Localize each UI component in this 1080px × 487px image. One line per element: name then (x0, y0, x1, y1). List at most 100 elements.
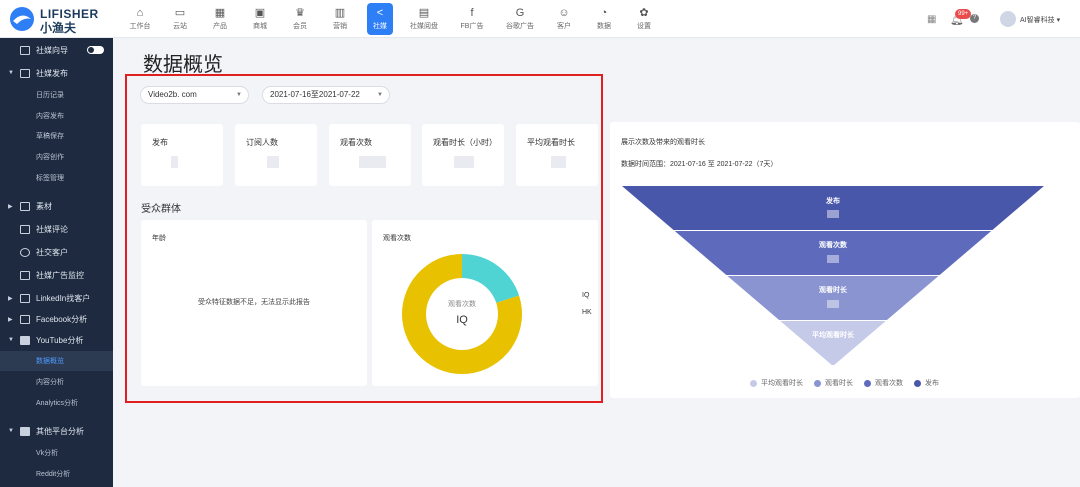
nav-products[interactable]: ▦ 产品 (200, 3, 240, 35)
nav-settings[interactable]: ✿ 设置 (624, 3, 664, 35)
gear-icon: ✿ (639, 7, 649, 19)
store-icon: ▣ (254, 7, 266, 19)
notification-badge: 99+ (955, 9, 972, 19)
nav-fb-ads[interactable]: f FB广告 (448, 3, 496, 35)
legend-item-avg-watch[interactable]: 平均观看时长 (750, 378, 803, 388)
caret-right-icon: ▶ (8, 295, 13, 302)
donut-segment-iq (462, 254, 520, 303)
legend-iq: IQ (582, 292, 590, 299)
nav-marketing[interactable]: ▥ 营销 (320, 3, 360, 35)
sidebar: 社媒向导 ▼ 社媒发布 日历记录 内容发布 草稿保存 内容创作 标签管理 ▶ 素材 … (0, 38, 113, 487)
funnel-value-placeholder (827, 210, 839, 218)
edit-icon (20, 68, 30, 78)
platform-icon (20, 426, 30, 436)
caret-down-icon: ▼ (8, 428, 14, 434)
logo-icon (10, 7, 34, 31)
main-nav: ⌂ 工作台 ▭ 云站 ▦ 产品 ▣ 商城 ♛ 会员 ▥ 营销 < 社媒 ▤ 社媒阅盘 f FB广告… (120, 3, 664, 35)
nav-google-ads[interactable]: G 谷歌广告 (496, 3, 544, 35)
legend-item-watch-time[interactable]: 观看时长 (814, 378, 853, 388)
user-icon: ☺ (558, 7, 570, 19)
funnel-label-avg-watch: 平均观看时长 (812, 332, 854, 339)
date-range-select[interactable]: 2021-07-16至2021-07-22 ▼ (262, 86, 390, 104)
funnel-stage-publish (622, 186, 1044, 230)
apps-grid-icon[interactable]: ▦ (927, 14, 936, 25)
nav-data[interactable]: ◔ 数据 (584, 3, 624, 35)
dashboard-icon: ▤ (418, 7, 430, 19)
sidebar-item-calendar[interactable]: 日历记录 (0, 85, 113, 105)
stat-value-placeholder (551, 156, 566, 168)
funnel-label-watch-time: 观看时长 (819, 287, 847, 294)
funnel-stage-views (674, 231, 992, 275)
nav-social-dashboard[interactable]: ▤ 社媒阅盘 (400, 3, 448, 35)
caret-down-icon: ▼ (8, 337, 14, 343)
stat-value-placeholder (267, 156, 279, 168)
folder-icon (20, 201, 30, 211)
sidebar-item-social-customers[interactable]: 社交客户 (0, 242, 113, 262)
sidebar-item-content-analysis[interactable]: 内容分析 (0, 372, 113, 392)
stat-value-placeholder (171, 156, 178, 168)
avatar[interactable] (1000, 11, 1016, 27)
sidebar-item-assets[interactable]: ▶ 素材 (0, 196, 113, 216)
facebook-icon: f (470, 7, 474, 19)
crown-icon: ♛ (295, 7, 305, 19)
sidebar-item-other-platforms[interactable]: ▼ 其他平台分析 (0, 421, 113, 441)
sidebar-item-content-publish[interactable]: 内容发布 (0, 106, 113, 126)
funnel-label-publish: 发布 (826, 198, 840, 205)
sidebar-item-reddit[interactable]: Reddit分析 (0, 464, 113, 484)
age-card: 年龄 受众特征数据不足，无法显示此报告 (141, 220, 367, 386)
sidebar-item-linkedin[interactable]: ▶ LinkedIn找客户 (0, 288, 113, 308)
views-donut-chart: 观看次数 IQ (402, 254, 522, 374)
person-icon (20, 247, 30, 257)
google-icon: G (515, 7, 525, 19)
top-nav-bar: LIFISHER 小渔夫 ⌂ 工作台 ▭ 云站 ▦ 产品 ▣ 商城 ♛ 会员 ▥ 营销 < 社… (0, 0, 1080, 38)
help-icon[interactable]: ? (970, 14, 979, 23)
sidebar-item-facebook[interactable]: ▶ Facebook分析 (0, 309, 113, 329)
brand-logo[interactable]: LIFISHER 小渔夫 (8, 5, 108, 35)
sidebar-item-social-guide[interactable]: 社媒向导 (0, 40, 113, 60)
sidebar-item-social-publish[interactable]: ▼ 社媒发布 (0, 63, 113, 83)
nav-customers[interactable]: ☺ 客户 (544, 3, 584, 35)
channel-select[interactable]: Video2b. com ▼ (140, 86, 249, 104)
monitor-icon (20, 270, 30, 280)
funnel-panel: 展示次数及带来的观看时长 数据时间范围：2021-07-16 至 2021-07… (610, 122, 1080, 398)
nav-social-media[interactable]: < 社媒 (367, 3, 393, 35)
legend-item-publish[interactable]: 发布 (914, 378, 939, 388)
stat-card-publish: 发布 (141, 124, 223, 186)
donut-center-value: IQ (456, 314, 468, 326)
sidebar-item-data-overview[interactable]: 数据概览 (0, 351, 113, 371)
sidebar-item-ad-monitor[interactable]: 社媒广告监控 (0, 265, 113, 285)
funnel-label-views: 观看次数 (819, 242, 847, 249)
guide-icon (20, 45, 30, 55)
funnel-stage-watch-time (727, 276, 939, 320)
stat-card-watch-hours: 观看时长（小时） (422, 124, 504, 186)
sidebar-item-youtube[interactable]: ▼ YouTube分析 (0, 330, 113, 350)
funnel-chart (622, 186, 1044, 365)
sidebar-item-content-create[interactable]: 内容创作 (0, 147, 113, 167)
guide-toggle[interactable] (87, 46, 104, 54)
sidebar-item-tags[interactable]: 标签管理 (0, 168, 113, 188)
funnel-legend: 平均观看时长 观看时长 观看次数 发布 (750, 378, 950, 388)
audience-title: 受众群体 (141, 204, 181, 215)
youtube-icon (20, 335, 30, 345)
grid-icon: ▦ (214, 7, 226, 19)
page-title: 数据概览 (143, 54, 223, 76)
nav-workbench[interactable]: ⌂ 工作台 (120, 3, 160, 35)
nav-cloud-site[interactable]: ▭ 云站 (160, 3, 200, 35)
empty-message: 受众特征数据不足，无法显示此报告 (198, 299, 310, 306)
home-icon: ⌂ (136, 7, 144, 19)
user-menu[interactable]: AI智睿科技 ▾ (1020, 15, 1060, 25)
nav-members[interactable]: ♛ 会员 (280, 3, 320, 35)
sidebar-item-vk[interactable]: Vk分析 (0, 443, 113, 463)
sidebar-item-drafts[interactable]: 草稿保存 (0, 126, 113, 146)
brand-subtitle: 小渔夫 (40, 21, 77, 35)
legend-item-views[interactable]: 观看次数 (864, 378, 903, 388)
sidebar-item-analytics[interactable]: Analytics分析 (0, 393, 113, 413)
stat-card-subscribers: 订阅人数 (235, 124, 317, 186)
funnel-stage-avg-watch (780, 321, 886, 365)
views-card: 观看次数 观看次数 IQ IQ HK (372, 220, 598, 386)
caret-right-icon: ▶ (8, 203, 13, 210)
funnel-value-placeholder (827, 255, 839, 263)
caret-down-icon: ▼ (8, 70, 14, 76)
nav-mall[interactable]: ▣ 商城 (240, 3, 280, 35)
sidebar-item-comments[interactable]: 社媒评论 (0, 219, 113, 239)
